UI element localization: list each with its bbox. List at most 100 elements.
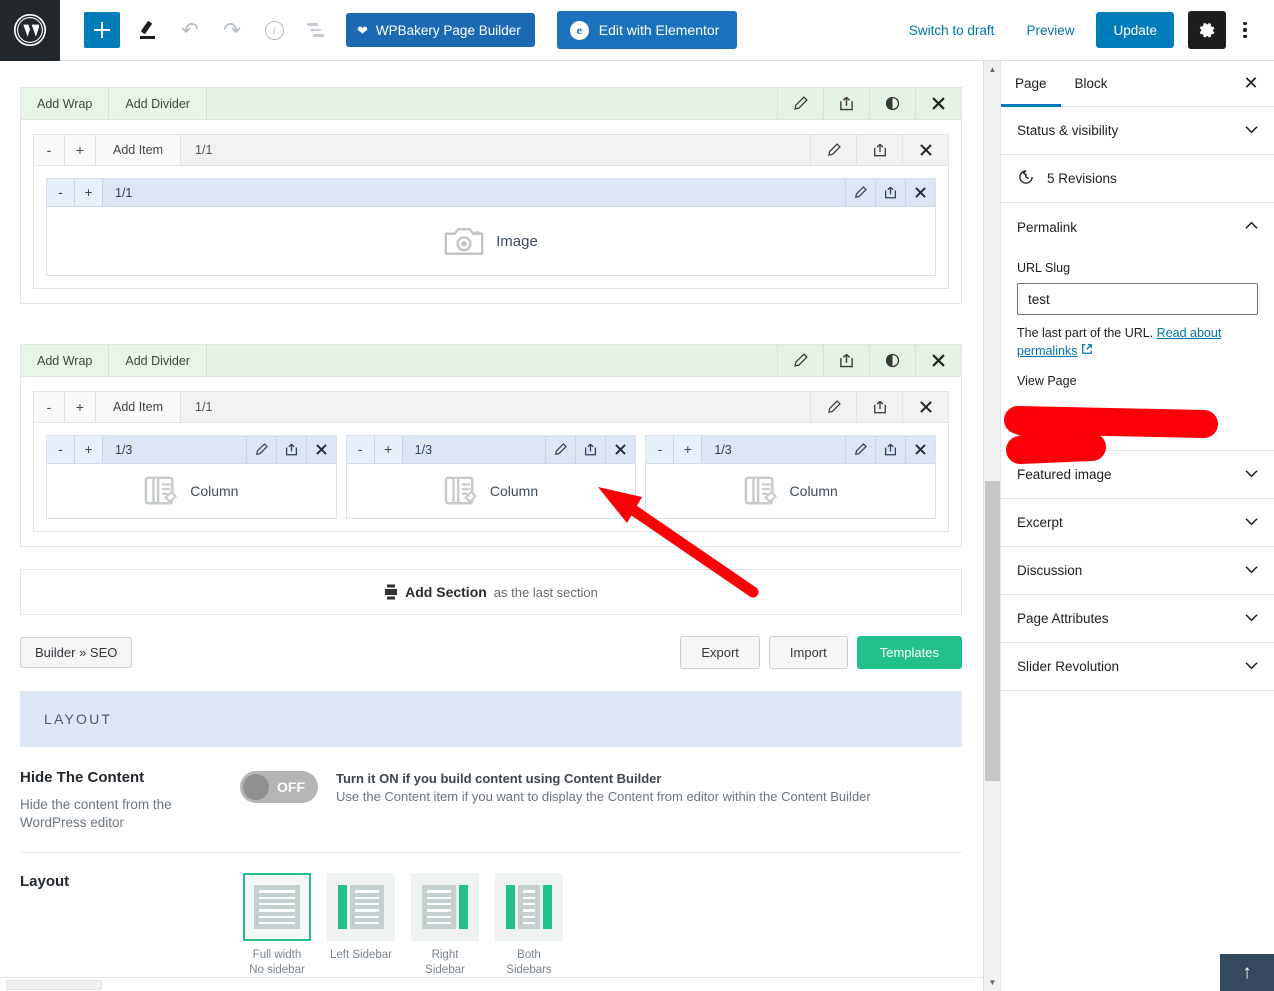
item-expand-button[interactable]: + [65,392,96,422]
list-view-button[interactable] [298,12,334,48]
settings-button[interactable] [1188,11,1226,49]
permalink-help-text: The last part of the URL. Read about per… [1017,324,1258,360]
permalink-panel-header[interactable]: Permalink [1001,203,1274,251]
scroll-up-arrow-icon[interactable]: ▲ [984,61,1001,78]
column-expand-button[interactable]: + [374,436,403,463]
item-close-icon[interactable] [902,392,948,422]
update-button[interactable]: Update [1096,12,1174,48]
edit-tool-button[interactable] [130,12,166,48]
add-divider-button[interactable]: Add Divider [109,345,207,376]
excerpt-panel[interactable]: Excerpt [1001,499,1274,548]
column-placeholder[interactable]: Column [346,464,636,518]
builder-seo-button[interactable]: Builder » SEO [20,637,133,668]
switch-to-draft-button[interactable]: Switch to draft [893,23,1011,38]
export-button[interactable]: Export [680,636,760,669]
item-edit-icon[interactable] [810,392,856,422]
item-export-icon[interactable] [856,135,902,165]
column-collapse-button[interactable]: - [47,436,75,463]
vertical-scrollbar[interactable]: ▲ ▼ [983,61,1000,991]
wpbakery-page-builder-button[interactable]: ❤ WPBakery Page Builder [346,13,535,47]
tab-block[interactable]: Block [1061,61,1122,106]
column-edit-icon[interactable] [845,179,875,206]
add-section-button[interactable]: Add Section as the last section [20,569,962,615]
column-close-icon[interactable] [305,436,336,463]
layout-option-left-sidebar[interactable]: Left Sidebar [327,873,395,977]
add-item-button[interactable]: Add Item [96,392,182,422]
edit-with-elementor-button[interactable]: e Edit with Elementor [556,11,738,49]
item-edit-icon[interactable] [810,135,856,165]
add-item-button[interactable]: Add Item [96,135,182,165]
column-edit-icon[interactable] [245,436,276,463]
page-attributes-panel[interactable]: Page Attributes [1001,595,1274,644]
discussion-panel[interactable]: Discussion [1001,547,1274,596]
close-sidebar-icon[interactable]: ✕ [1228,61,1274,106]
column-export-icon[interactable] [875,179,905,206]
add-block-button[interactable] [84,12,120,48]
undo-button[interactable]: ↶ [172,12,208,48]
item-close-icon[interactable] [902,135,948,165]
add-wrap-button[interactable]: Add Wrap [21,88,110,119]
arrow-up-icon: ↑ [1242,962,1252,983]
section-export-icon[interactable] [823,88,869,119]
url-slug-input[interactable] [1017,283,1258,315]
scroll-down-arrow-icon[interactable]: ▼ [984,974,1001,991]
add-wrap-button[interactable]: Add Wrap [21,345,110,376]
item-expand-button[interactable]: + [65,135,96,165]
item-export-icon[interactable] [856,392,902,422]
column-close-icon[interactable] [905,436,935,463]
back-to-top-button[interactable]: ↑ [1220,954,1274,991]
section-1-drag-area[interactable] [207,88,777,119]
section-close-icon[interactable] [915,88,961,119]
import-button[interactable]: Import [768,636,848,669]
item-ratio-label: 1/1 [195,143,213,157]
status-visibility-panel[interactable]: Status & visibility [1001,107,1274,155]
layout-option-both-sidebars[interactable]: Both Sidebars [495,873,563,977]
section-visibility-icon[interactable] [869,345,915,376]
tab-page[interactable]: Page [1001,61,1061,107]
layout-option-right-sidebar[interactable]: Right Sidebar [411,873,479,977]
section-2-drag-area[interactable] [207,345,777,376]
layout-thumb-left-sidebar [327,873,395,942]
column-close-icon[interactable] [905,179,935,206]
item-collapse-button[interactable]: - [34,135,65,165]
column-close-icon[interactable] [605,436,635,463]
column-collapse-button[interactable]: - [47,179,75,206]
section-edit-icon[interactable] [777,345,823,376]
column-collapse-button[interactable]: - [646,436,675,463]
column-export-icon[interactable] [875,436,905,463]
column-expand-button[interactable]: + [75,179,103,206]
horizontal-scrollbar-thumb[interactable] [6,980,102,990]
column-icon [444,476,477,505]
column-edit-icon[interactable] [545,436,575,463]
section-close-icon[interactable] [915,345,961,376]
vertical-scrollbar-thumb[interactable] [985,481,1000,781]
column-edit-icon[interactable] [845,436,875,463]
column-expand-button[interactable]: + [674,436,703,463]
section-edit-icon[interactable] [777,88,823,119]
slider-revolution-panel[interactable]: Slider Revolution [1001,643,1274,692]
layout-option-full-width[interactable]: Full width No sidebar [243,873,311,977]
revisions-row[interactable]: 5 Revisions [1001,155,1274,203]
redo-button[interactable]: ↷ [214,12,250,48]
hide-content-toggle[interactable]: OFF [240,771,318,803]
column-export-icon[interactable] [575,436,605,463]
horizontal-scrollbar[interactable] [0,977,1000,991]
column-collapse-button[interactable]: - [346,436,375,463]
section-export-icon[interactable] [823,345,869,376]
image-placeholder[interactable]: Image [47,207,935,275]
more-options-button[interactable] [1230,11,1260,49]
preview-button[interactable]: Preview [1010,23,1090,38]
section-visibility-icon[interactable] [869,88,915,119]
wordpress-logo-icon[interactable] [0,0,60,61]
column-export-icon[interactable] [275,436,306,463]
column-expand-button[interactable]: + [75,436,103,463]
document-info-button[interactable]: i [256,12,292,48]
kebab-dot-icon [1243,21,1247,26]
column-placeholder[interactable]: Column [646,464,936,518]
redo-icon: ↷ [223,18,241,42]
templates-button[interactable]: Templates [856,636,962,669]
featured-image-panel[interactable]: Featured image [1001,451,1274,500]
item-collapse-button[interactable]: - [34,392,65,422]
add-divider-button[interactable]: Add Divider [109,88,207,119]
column-placeholder[interactable]: Column [47,464,336,518]
